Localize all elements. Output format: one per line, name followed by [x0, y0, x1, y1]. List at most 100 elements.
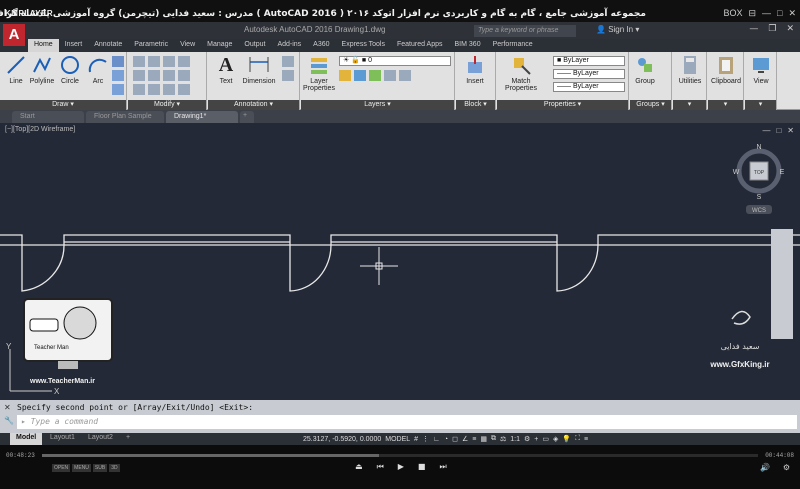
- tab-bim360[interactable]: BIM 360: [449, 39, 487, 52]
- rectangle-icon[interactable]: [112, 56, 124, 67]
- settings-icon[interactable]: ⚙: [783, 463, 790, 472]
- tab-insert[interactable]: Insert: [59, 39, 89, 52]
- tab-model[interactable]: Model: [10, 433, 43, 445]
- grid-icon[interactable]: #: [414, 436, 418, 443]
- play-icon[interactable]: ▶: [398, 462, 404, 472]
- trim-icon[interactable]: [163, 56, 175, 67]
- menu-button[interactable]: MENU: [72, 464, 91, 472]
- sign-in-button[interactable]: 👤 Sign In ▾: [596, 25, 639, 34]
- box-label[interactable]: BOX: [723, 8, 742, 19]
- otrack-icon[interactable]: ∠: [462, 435, 468, 443]
- maximize-icon[interactable]: □: [777, 8, 782, 19]
- polyline-tool[interactable]: Polyline: [29, 54, 55, 85]
- layer-freeze-icon[interactable]: [369, 70, 381, 81]
- command-close-icon[interactable]: ✕: [4, 403, 11, 412]
- close-icon[interactable]: ✕: [786, 24, 794, 34]
- wrench-icon[interactable]: 🔧: [4, 416, 14, 425]
- tab-a360[interactable]: A360: [307, 39, 335, 52]
- file-tab-floor-plan[interactable]: Floor Plan Sample: [86, 111, 164, 123]
- add-layout-button[interactable]: +: [120, 433, 136, 445]
- tab-view[interactable]: View: [174, 39, 201, 52]
- scale-icon[interactable]: [148, 84, 160, 95]
- tab-manage[interactable]: Manage: [201, 39, 238, 52]
- selection-cycling-icon[interactable]: ⧉: [491, 435, 496, 443]
- stretch-icon[interactable]: [133, 84, 145, 95]
- erase-icon[interactable]: [178, 56, 190, 67]
- tab-layout2[interactable]: Layout2: [82, 433, 119, 445]
- ortho-icon[interactable]: ∟: [433, 436, 440, 443]
- annotation-monitor-icon[interactable]: +: [534, 436, 538, 443]
- layers-panel-label[interactable]: Layers ▾: [301, 100, 454, 110]
- viewcube-south[interactable]: S: [757, 194, 762, 201]
- annotation-panel-label[interactable]: Annotation ▾: [208, 100, 299, 110]
- fullscreen-icon[interactable]: ⛶: [575, 435, 580, 443]
- dimension-tool[interactable]: Dimension: [241, 54, 277, 85]
- copy-icon[interactable]: [133, 70, 145, 81]
- array-icon[interactable]: [163, 84, 175, 95]
- color-dropdown[interactable]: ■ ByLayer: [553, 56, 625, 66]
- region-icon[interactable]: [112, 84, 124, 95]
- tab-layout1[interactable]: Layout1: [44, 433, 81, 445]
- offset-icon[interactable]: [178, 84, 190, 95]
- eject-icon[interactable]: ⏏: [355, 462, 363, 472]
- view-tool[interactable]: View: [748, 54, 774, 85]
- search-input[interactable]: Type a keyword or phrase: [474, 25, 576, 37]
- osnap-icon[interactable]: ◻: [452, 435, 458, 443]
- application-menu-button[interactable]: A: [3, 24, 25, 46]
- rotate-icon[interactable]: [148, 56, 160, 67]
- workspace-gear-icon[interactable]: ⚙: [524, 435, 530, 443]
- mirror-icon[interactable]: [148, 70, 160, 81]
- stop-icon[interactable]: ■: [418, 462, 426, 472]
- move-icon[interactable]: [133, 56, 145, 67]
- layer-lock-icon[interactable]: [384, 70, 396, 81]
- seek-bar[interactable]: [42, 454, 758, 457]
- tab-featured-apps[interactable]: Featured Apps: [391, 39, 449, 52]
- customize-icon[interactable]: ≡: [584, 436, 588, 443]
- layer-isolate-icon[interactable]: [354, 70, 366, 81]
- previous-icon[interactable]: ⏮: [377, 462, 384, 472]
- tab-annotate[interactable]: Annotate: [88, 39, 128, 52]
- leader-icon[interactable]: [282, 56, 294, 67]
- volume-icon[interactable]: 🔊: [760, 463, 770, 472]
- tab-performance[interactable]: Performance: [487, 39, 539, 52]
- utilities-tool[interactable]: Utilities: [675, 54, 705, 85]
- utilities-expand[interactable]: ▾: [673, 100, 706, 110]
- units-icon[interactable]: ▭: [542, 435, 549, 443]
- polar-icon[interactable]: ◔: [444, 436, 448, 443]
- view-expand[interactable]: ▾: [745, 100, 776, 110]
- utilities-panel[interactable]: Utilities ▾: [673, 52, 707, 110]
- tab-output[interactable]: Output: [238, 39, 271, 52]
- view-panel[interactable]: View ▾: [745, 52, 777, 110]
- lineweight-dropdown[interactable]: —— ByLayer: [553, 82, 625, 92]
- new-tab-button[interactable]: +: [240, 111, 254, 123]
- viewcube-west[interactable]: W: [733, 169, 740, 176]
- block-panel-label[interactable]: Block ▾: [456, 100, 495, 110]
- isolate-objects-icon[interactable]: 💡: [562, 435, 571, 443]
- text-tool[interactable]: A Text: [213, 54, 239, 85]
- groups-panel-label[interactable]: Groups ▾: [630, 100, 671, 110]
- layer-properties-tool[interactable]: Layer Properties: [303, 54, 335, 92]
- line-tool[interactable]: Line: [3, 54, 29, 85]
- viewcube-north[interactable]: N: [756, 144, 761, 151]
- match-properties-tool[interactable]: Match Properties: [503, 54, 539, 92]
- viewcube-east[interactable]: E: [780, 169, 785, 176]
- close-icon[interactable]: ✕: [788, 8, 796, 19]
- clipboard-panel[interactable]: Clipboard ▾: [708, 52, 744, 110]
- drawing-viewport[interactable]: [−][Top][2D Wireframe] — □ ✕ Y X TOP N S…: [0, 123, 800, 400]
- pin-icon[interactable]: ⊟: [748, 8, 756, 19]
- quick-properties-icon[interactable]: ◈: [553, 435, 558, 443]
- command-input[interactable]: ▸ Type a command: [17, 415, 797, 429]
- tab-parametric[interactable]: Parametric: [128, 39, 174, 52]
- file-tab-drawing1[interactable]: Drawing1*: [166, 111, 238, 123]
- insert-tool[interactable]: Insert: [462, 54, 488, 85]
- minimize-icon[interactable]: —: [762, 8, 771, 19]
- layer-off-icon[interactable]: [339, 70, 351, 81]
- transparency-icon[interactable]: ▦: [480, 435, 487, 443]
- open-button[interactable]: OPEN: [52, 464, 71, 472]
- lineweight-icon[interactable]: ≡: [472, 436, 476, 443]
- snap-icon[interactable]: ⋮: [422, 435, 429, 443]
- tab-express-tools[interactable]: Express Tools: [336, 39, 391, 52]
- table-icon[interactable]: [282, 70, 294, 81]
- next-icon[interactable]: ⏭: [439, 462, 446, 472]
- arc-tool[interactable]: Arc: [85, 54, 111, 85]
